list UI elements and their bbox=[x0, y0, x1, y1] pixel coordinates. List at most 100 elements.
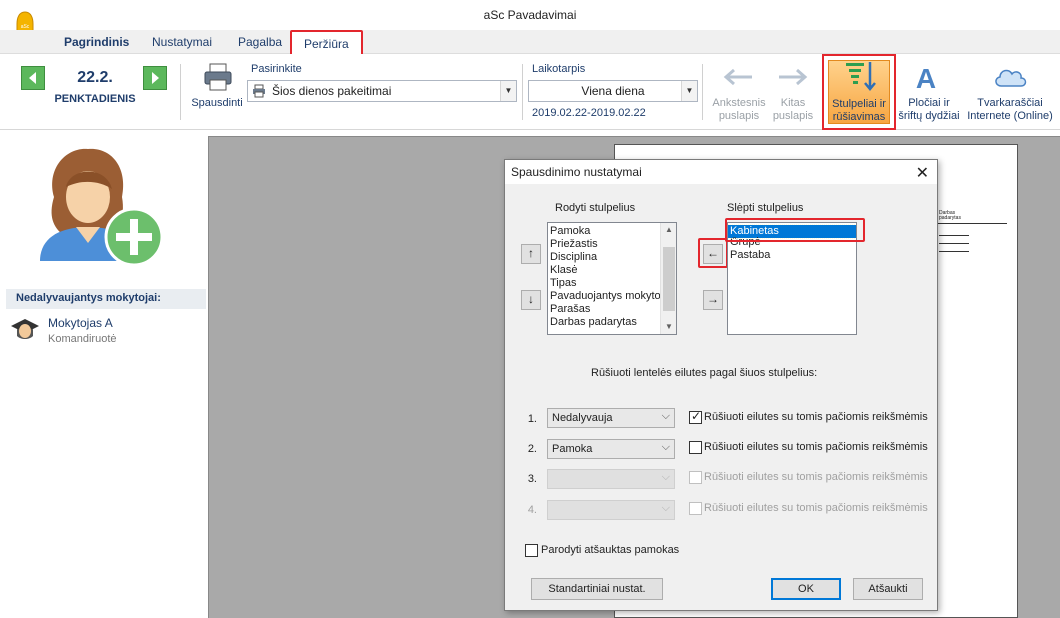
chevron-down-icon[interactable]: ▼ bbox=[681, 81, 697, 101]
cancel-button[interactable]: Atšaukti bbox=[853, 578, 923, 600]
close-icon[interactable]: ✕ bbox=[916, 163, 929, 183]
separator bbox=[702, 64, 703, 120]
show-cancelled-checkbox[interactable] bbox=[525, 544, 538, 557]
sort-same-values-checkbox-2[interactable] bbox=[689, 441, 702, 454]
period-label: Laikotarpis bbox=[532, 63, 586, 75]
move-right-button[interactable]: → bbox=[703, 290, 723, 310]
scroll-thumb[interactable] bbox=[663, 247, 675, 311]
current-weekday: PENKTADIENIS bbox=[54, 93, 136, 105]
selected-column-highlight bbox=[725, 218, 865, 242]
move-left-highlight bbox=[698, 238, 728, 268]
previous-day-button[interactable] bbox=[21, 66, 45, 90]
teacher-name[interactable]: Mokytojas A bbox=[48, 316, 113, 330]
arrow-left-grey-icon bbox=[723, 68, 752, 86]
next-page-button[interactable]: Kitas puslapis bbox=[768, 97, 818, 123]
sort-same-values-label: Rūšiuoti eilutes su tomis pačiomis reikš… bbox=[704, 502, 928, 514]
menu-pagalba[interactable]: Pagalba bbox=[238, 35, 282, 49]
graduation-cap-icon bbox=[11, 319, 39, 339]
teacher-status: Komandiruotė bbox=[48, 333, 117, 345]
preview-line bbox=[939, 251, 969, 252]
preview-column-header: Darbas padarytas bbox=[939, 210, 961, 221]
svg-text:A: A bbox=[916, 63, 936, 92]
sort-select-4[interactable]: ⌵ bbox=[547, 500, 675, 520]
columns-sort-label: Stulpeliai ir rūšiavimas bbox=[832, 98, 886, 123]
printer-icon[interactable] bbox=[202, 62, 234, 92]
sort-row-number: 4. bbox=[527, 504, 537, 516]
scrollbar[interactable]: ▲ ▼ bbox=[660, 223, 676, 334]
arrow-right-grey-icon bbox=[779, 68, 808, 86]
print-settings-dialog: Spausdinimo nustatymai ✕ Rodyti stulpeli… bbox=[504, 159, 938, 611]
arrow-left-icon bbox=[29, 72, 36, 84]
sort-row-number: 1. bbox=[527, 413, 537, 425]
dialog-title: Spausdinimo nustatymai bbox=[505, 160, 937, 184]
move-down-button[interactable]: ↓ bbox=[521, 290, 541, 310]
sort-same-values-label: Rūšiuoti eilutes su tomis pačiomis reikš… bbox=[704, 441, 928, 453]
list-item[interactable]: Darbas padarytas bbox=[548, 316, 676, 329]
widths-fonts-button[interactable]: Pločiai ir šriftų dydžiai bbox=[896, 97, 962, 123]
report-select-value: Šios dienos pakeitimai bbox=[272, 84, 392, 98]
menu-perziura[interactable]: Peržiūra bbox=[290, 30, 363, 56]
separator bbox=[180, 64, 181, 120]
chevron-down-icon: ⌵ bbox=[661, 441, 670, 453]
sort-row-number: 3. bbox=[527, 473, 537, 485]
list-item[interactable]: Priežastis bbox=[548, 238, 676, 251]
arrow-right-icon bbox=[152, 72, 159, 84]
list-item[interactable]: Klasė bbox=[548, 264, 676, 277]
list-item[interactable]: Pastaba bbox=[728, 249, 856, 262]
current-date: 22.2. bbox=[77, 69, 113, 86]
sort-same-values-checkbox-3[interactable] bbox=[689, 471, 702, 484]
checkmark-icon: ✓ bbox=[691, 409, 702, 423]
menu-pagrindinis[interactable]: Pagrindinis bbox=[64, 35, 129, 49]
printer-small-icon bbox=[253, 84, 265, 98]
previous-page-button[interactable]: Ankstesnis puslapis bbox=[707, 97, 771, 123]
hide-columns-label: Slėpti stulpelius bbox=[727, 202, 804, 214]
chevron-down-icon: ⌵ bbox=[661, 471, 670, 483]
menu-nustatymai[interactable]: Nustatymai bbox=[152, 35, 212, 49]
chevron-down-icon: ⌵ bbox=[661, 410, 670, 422]
sort-label: Rūšiuoti lentelės eilutes pagal šiuos st… bbox=[591, 367, 818, 379]
scroll-down-icon[interactable]: ▼ bbox=[661, 320, 676, 334]
preview-line bbox=[939, 243, 969, 244]
shown-columns-list[interactable]: Pamoka Priežastis Disciplina Klasė Tipas… bbox=[547, 222, 677, 335]
ribbon-toolbar: 22.2. PENKTADIENIS Spausdinti Pasirinkit… bbox=[0, 54, 1060, 130]
add-teacher-avatar-icon[interactable] bbox=[36, 139, 166, 269]
ok-button[interactable]: OK bbox=[771, 578, 841, 600]
sort-same-values-label: Rūšiuoti eilutes su tomis pačiomis reikš… bbox=[704, 471, 928, 483]
show-cancelled-label: Parodyti atšauktas pamokas bbox=[541, 544, 680, 556]
select-label: Pasirinkite bbox=[251, 63, 302, 75]
preview-line bbox=[939, 235, 969, 236]
preview-line bbox=[929, 223, 1007, 224]
list-item[interactable]: Tipas bbox=[548, 277, 676, 290]
sort-row-number: 2. bbox=[527, 443, 537, 455]
sort-select-1[interactable]: Nedalyvauja ⌵ bbox=[547, 408, 675, 428]
online-button[interactable]: Tvarkaraščiai Internete (Online) bbox=[962, 97, 1058, 123]
cloud-icon bbox=[995, 69, 1027, 87]
menu-bar: Pagrindinis Nustatymai Pagalba Peržiūra bbox=[0, 30, 1060, 56]
list-item[interactable]: Pavaduojantys mokytojai bbox=[548, 290, 676, 303]
print-button-label[interactable]: Spausdinti bbox=[188, 97, 246, 110]
report-select[interactable]: Šios dienos pakeitimai ▼ bbox=[247, 80, 517, 102]
scroll-up-icon[interactable]: ▲ bbox=[661, 223, 676, 237]
sort-select-2[interactable]: Pamoka ⌵ bbox=[547, 439, 675, 459]
chevron-down-icon[interactable]: ▼ bbox=[500, 81, 516, 101]
sort-columns-icon bbox=[846, 62, 876, 91]
columns-sort-button[interactable]: Stulpeliai ir rūšiavimas bbox=[822, 54, 896, 130]
move-up-button[interactable]: ↑ bbox=[521, 244, 541, 264]
period-select[interactable]: Viena diena ▼ bbox=[528, 80, 698, 102]
sort-same-values-checkbox-4[interactable] bbox=[689, 502, 702, 515]
title-bar: aSc aSc Pavadavimai bbox=[0, 0, 1060, 40]
sort-same-values-label: Rūšiuoti eilutes su tomis pačiomis reikš… bbox=[704, 411, 928, 423]
period-range: 2019.02.22-2019.02.22 bbox=[532, 107, 646, 119]
separator bbox=[522, 64, 523, 120]
sidebar: Nedalyvaujantys mokytojai: Mokytojas A K… bbox=[0, 131, 208, 618]
chevron-down-icon: ⌵ bbox=[661, 502, 670, 514]
sort-select-3[interactable]: ⌵ bbox=[547, 469, 675, 489]
list-item[interactable]: Parašas bbox=[548, 303, 676, 316]
list-item[interactable]: Disciplina bbox=[548, 251, 676, 264]
period-select-value: Viena diena bbox=[581, 84, 645, 98]
list-item[interactable]: Pamoka bbox=[548, 225, 676, 238]
next-day-button[interactable] bbox=[143, 66, 167, 90]
defaults-button[interactable]: Standartiniai nustat. bbox=[531, 578, 663, 600]
absent-teachers-header: Nedalyvaujantys mokytojai: bbox=[6, 289, 206, 309]
sort-same-values-checkbox-1[interactable]: ✓ bbox=[689, 409, 702, 424]
